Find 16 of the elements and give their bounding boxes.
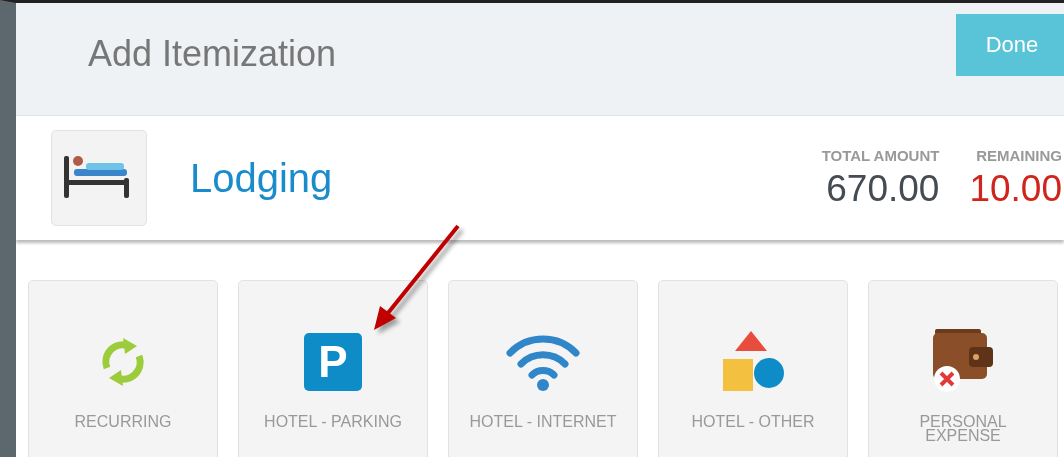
dialog-title: Add Itemization	[88, 33, 337, 75]
amount-label: REMAINING	[976, 146, 1062, 164]
wifi-icon	[506, 333, 580, 391]
amount-label: TOTAL AMOUNT	[821, 146, 940, 164]
wallet-icon	[931, 329, 995, 395]
amount-value: 670.00	[826, 167, 940, 210]
shapes-icon	[721, 331, 785, 393]
itemization-tile[interactable]: PERSONAL EXPENSE	[868, 280, 1058, 457]
expense-type-name: Lodging	[190, 155, 333, 201]
itemization-tile[interactable]: RECURRING	[28, 280, 218, 457]
itemization-tile[interactable]: P HOTEL - PARKING	[238, 280, 428, 457]
amount-value: 10.00	[969, 167, 1062, 210]
itemization-tile[interactable]: HOTEL - OTHER	[658, 280, 848, 457]
itemization-tile[interactable]: HOTEL - INTERNET	[448, 280, 638, 457]
parking-icon: P	[304, 333, 362, 391]
done-button[interactable]: Done	[956, 14, 1064, 76]
